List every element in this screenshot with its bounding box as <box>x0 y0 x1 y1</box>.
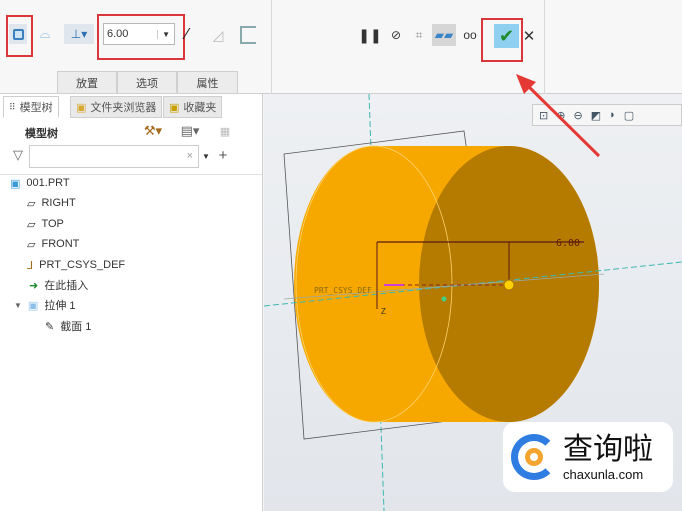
insert-here-arrow-icon: ➜ <box>29 279 39 292</box>
highlight-solid <box>6 15 33 57</box>
favorites-icon: ▣ <box>169 101 180 114</box>
add-icon[interactable]: + <box>216 147 230 164</box>
tree-icon: ⠿ <box>9 101 16 112</box>
search-input[interactable]: × <box>29 145 199 168</box>
sketch-icon: ✎ <box>45 320 55 333</box>
tree-label: 001.PRT <box>26 177 70 189</box>
remove-material-icon[interactable]: ◿ <box>209 26 227 44</box>
depth-dimension: 6.00 <box>556 238 580 249</box>
tree-item-insert-here[interactable]: ➜ 在此插入 <box>29 275 88 295</box>
csys-icon: ⅃ <box>27 259 34 272</box>
depth-option-icon[interactable]: ⊥▾ <box>64 24 94 44</box>
thicken-icon[interactable] <box>240 26 256 44</box>
tab-label: 文件夹浏览器 <box>90 102 157 114</box>
watermark-url: chaxunla.com <box>563 466 644 482</box>
clear-icon[interactable]: × <box>187 150 193 162</box>
red-arrow <box>516 74 601 158</box>
settings-tools-icon[interactable]: ⚒▾ <box>138 122 168 140</box>
tab-label: 属性 <box>196 77 219 90</box>
datum-plane-icon: ▱ <box>27 218 36 231</box>
watermark-logo: 查询啦 chaxunla.com <box>503 422 673 492</box>
glasses-preview-icon[interactable]: oo <box>460 26 480 44</box>
datum-plane-icon: ▱ <box>27 197 36 210</box>
tab-label: 选项 <box>136 77 158 90</box>
tree-item-sketch[interactable]: ✎ 截面 1 <box>45 316 91 336</box>
pause-icon[interactable]: ❚❚ <box>358 26 381 44</box>
highlight-ok <box>481 18 523 62</box>
model-tree-panel: ⠿ 模型树 ▣ 文件夹浏览器 ▣ 收藏夹 模型树 ⚒▾ ▤▾ ▦ ▽ × ▼ + ▣ 0… <box>0 94 263 511</box>
logo-magnifier-icon <box>511 434 557 480</box>
tab-options[interactable]: 选项 <box>117 71 177 93</box>
flip-direction-icon[interactable]: ⁄ <box>177 24 197 46</box>
surface-icon[interactable]: ⌓ <box>36 26 54 42</box>
tree-label: 在此插入 <box>44 280 89 292</box>
tree-label: 截面 1 <box>60 321 92 333</box>
show-menu-icon[interactable]: ▤▾ <box>175 122 205 140</box>
part-icon: ▣ <box>10 177 21 190</box>
watermark-text: 查询啦 <box>563 431 653 467</box>
tree-label: TOP <box>41 218 64 230</box>
tree-item-part[interactable]: ▣ 001.PRT <box>10 173 70 193</box>
tab-label: 模型树 <box>19 102 53 114</box>
columns-icon[interactable]: ▦ <box>216 122 234 140</box>
tree-item-top[interactable]: ▱ TOP <box>27 214 64 234</box>
tab-folder-browser[interactable]: ▣ 文件夹浏览器 <box>70 96 163 118</box>
tab-label: 放置 <box>76 77 98 90</box>
preview-icon[interactable]: ⌗ <box>410 26 428 44</box>
axis-z-label: Z <box>381 307 386 316</box>
panel-header: 模型树 <box>25 128 58 140</box>
filter-icon[interactable]: ▽ <box>11 147 25 163</box>
expand-icon[interactable]: ▼ <box>14 301 22 310</box>
tab-properties[interactable]: 属性 <box>177 71 238 93</box>
drag-handle <box>503 279 515 291</box>
tree-item-extrude[interactable]: ▼ ▣ 拉伸 1 <box>14 295 76 315</box>
csys-label: PRT_CSYS_DEF <box>314 286 372 295</box>
tree-label: FRONT <box>41 238 80 250</box>
tree-label: 拉伸 1 <box>44 300 76 312</box>
tree-item-csys[interactable]: ⅃ PRT_CSYS_DEF <box>27 255 125 275</box>
no-preview-icon[interactable]: ⊘ <box>389 27 403 43</box>
tab-label: 收藏夹 <box>183 102 217 114</box>
cancel-icon[interactable]: ✕ <box>522 28 536 45</box>
verify-preview-icon[interactable]: ▰▰ <box>432 24 456 46</box>
tree-item-front[interactable]: ▱ FRONT <box>27 234 79 254</box>
tab-placement[interactable]: 放置 <box>57 71 117 93</box>
chevron-down-icon[interactable]: ▼ <box>201 149 211 163</box>
tab-favorites[interactable]: ▣ 收藏夹 <box>163 96 223 118</box>
highlight-depth <box>97 14 185 60</box>
folder-icon: ▣ <box>76 101 87 114</box>
tree-item-right[interactable]: ▱ RIGHT <box>27 193 76 213</box>
tab-model-tree[interactable]: ⠿ 模型树 <box>3 96 59 118</box>
tree-label: RIGHT <box>41 197 76 209</box>
extrude-icon: ▣ <box>27 299 39 312</box>
datum-plane-icon: ▱ <box>27 238 36 251</box>
tree-label: PRT_CSYS_DEF <box>39 259 126 271</box>
